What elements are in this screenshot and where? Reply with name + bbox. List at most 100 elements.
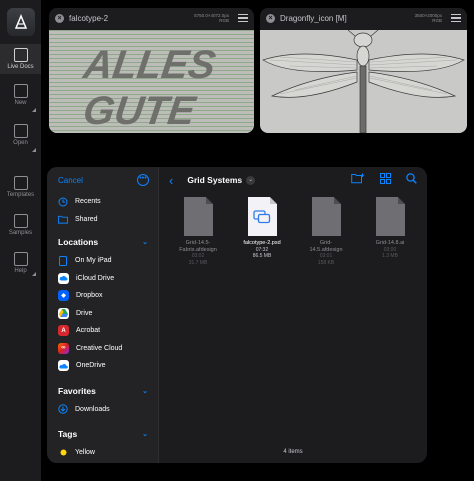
toolbar-label: Live Docs: [7, 64, 34, 70]
file-item[interactable]: Grid-14.5.afdesign 03:01 158 KB: [305, 197, 347, 266]
toolbar-samples[interactable]: Samples: [0, 214, 41, 236]
google-drive-icon: [58, 307, 69, 319]
sidebar-item-label: On My iPad: [75, 257, 112, 265]
card-meta: 3500×2000px RGB: [415, 13, 442, 24]
file-size: 1.3 MB: [382, 253, 398, 259]
menu-icon[interactable]: [238, 14, 248, 22]
acrobat-icon: A: [58, 325, 69, 337]
sidebar-item-shared[interactable]: Shared: [47, 211, 158, 229]
sidebar-item-label: Drive: [76, 309, 93, 317]
sidebar-item-label: Yellow: [75, 449, 95, 457]
file-item[interactable]: Grid-14.5- Fabris.afdesign 03:02 31.7 MB: [177, 197, 219, 266]
chevron-down-icon: ⌄: [142, 431, 148, 438]
back-chevron-icon[interactable]: ‹: [169, 173, 173, 188]
document-icon: [311, 197, 341, 236]
sidebar-item-dropbox[interactable]: ◆ Dropbox: [47, 287, 158, 305]
close-icon[interactable]: ×: [55, 13, 64, 23]
toolbar-label: Help: [14, 268, 27, 274]
section-favorites[interactable]: Favorites ⌄: [47, 381, 158, 401]
file-size: 31.7 MB: [188, 259, 208, 266]
sidebar-item-drive[interactable]: Drive: [47, 305, 158, 323]
chevron-down-icon: ⌄: [142, 239, 148, 246]
menu-icon[interactable]: [451, 14, 461, 22]
card-color-mode: RGB: [219, 18, 229, 23]
file-name: falcotype-2.psd: [243, 240, 281, 246]
sidebar-item-onedrive[interactable]: OneDrive: [47, 357, 158, 375]
toolbar-label: New: [14, 100, 27, 106]
sidebar-item-label: Creative Cloud: [76, 344, 123, 352]
file-item-selected[interactable]: falcotype-2.psd 07:32 86.5 MB: [241, 197, 283, 266]
new-folder-icon[interactable]: [351, 173, 365, 187]
toolbar-new[interactable]: New: [0, 84, 41, 112]
templates-icon: [13, 176, 28, 190]
section-tags[interactable]: Tags ⌄: [47, 424, 158, 444]
section-locations[interactable]: Locations ⌄: [47, 232, 158, 252]
sidebar-item-downloads[interactable]: Downloads: [47, 401, 158, 419]
toolbar-label: Samples: [8, 230, 33, 236]
card-title: Dragonfly_icon [M]: [280, 13, 347, 23]
pencil-doc-icon: [13, 48, 28, 62]
onedrive-icon: [58, 360, 69, 372]
folder-title[interactable]: Grid Systems: [187, 175, 242, 185]
clock-icon: [58, 197, 68, 207]
document-icon: [375, 197, 405, 236]
help-icon: [13, 252, 28, 266]
chevron-down-icon: ⌄: [142, 387, 148, 395]
psd-document-icon: [247, 197, 277, 236]
toolbar-live-docs[interactable]: Live Docs: [0, 44, 41, 74]
sidebar-item-tag-yellow[interactable]: Yellow: [47, 444, 158, 462]
sidebar-item-acrobat[interactable]: A Acrobat: [47, 322, 158, 340]
document-icon: [183, 197, 213, 236]
sidebar-item-label: Shared: [75, 215, 98, 223]
section-title: Locations: [58, 237, 99, 247]
sidebar-item-creative-cloud[interactable]: ∞ Creative Cloud: [47, 340, 158, 358]
chevron-down-icon[interactable]: ⌄: [246, 175, 256, 185]
artwork-text-line1: ALLES: [80, 42, 219, 87]
sidebar-item-label: OneDrive: [76, 362, 106, 370]
sidebar-item-on-my-ipad[interactable]: On My iPad: [47, 252, 158, 270]
dragonfly-illustration: [262, 30, 465, 133]
app-toolbar: Live Docs New Open Templates Samples Hel…: [0, 0, 41, 481]
open-icon: [13, 124, 28, 138]
ipad-icon: [58, 255, 68, 266]
toolbar-label: Templates: [6, 192, 35, 198]
item-count: 4 items: [283, 449, 303, 455]
file-size: 158 KB: [317, 259, 335, 266]
sidebar-item-label: Acrobat: [76, 327, 101, 335]
file-grid: Grid-14.5- Fabris.afdesign 03:02 31.7 MB…: [159, 197, 427, 266]
document-card-dragonfly[interactable]: × Dragonfly_icon [M] 3500×2000px RGB: [260, 8, 467, 133]
card-thumbnail: [260, 30, 467, 133]
card-thumbnail: ALLES GUTE: [49, 30, 254, 133]
search-icon[interactable]: [406, 173, 417, 187]
file-item[interactable]: Grid-14.8.ai 03:00 1.3 MB: [369, 197, 411, 266]
samples-icon: [13, 214, 28, 228]
sidebar-item-label: iCloud Drive: [76, 274, 115, 282]
toolbar-open[interactable]: Open: [0, 124, 41, 152]
card-header: × falcotype-2 5750.0×4072.0px RGB: [49, 8, 254, 28]
card-title: falcotype-2: [69, 13, 109, 23]
cancel-button[interactable]: Cancel: [58, 176, 83, 185]
toolbar-help[interactable]: Help: [0, 252, 41, 276]
more-options-button[interactable]: •••: [137, 174, 149, 186]
sidebar-item-recents[interactable]: Recents: [47, 193, 158, 211]
sidebar-item-label: Downloads: [75, 405, 110, 413]
shared-folder-icon: [58, 214, 68, 224]
grid-view-icon[interactable]: [380, 173, 391, 187]
card-color-mode: RGB: [432, 18, 442, 23]
close-icon[interactable]: ×: [266, 13, 275, 23]
sidebar-item-label: Dropbox: [76, 292, 103, 300]
toolbar-templates[interactable]: Templates: [0, 176, 41, 198]
file-browser: Cancel ••• Recents Shared Locations ⌄ On…: [47, 167, 427, 463]
section-title: Tags: [58, 429, 78, 439]
card-meta: 5750.0×4072.0px RGB: [194, 13, 229, 24]
icloud-icon: [58, 272, 69, 284]
file-name: Grid-14.5.afdesign: [309, 240, 343, 253]
affinity-logo-icon[interactable]: [7, 8, 35, 36]
document-card-falcotype[interactable]: × falcotype-2 5750.0×4072.0px RGB ALLES …: [49, 8, 254, 133]
artwork-text-line2: GUTE: [81, 88, 200, 133]
downloads-icon: [58, 404, 68, 414]
browser-main: ‹ Grid Systems ⌄ Grid-14.5- Fabris.afdes…: [159, 167, 427, 463]
sidebar-item-icloud-drive[interactable]: iCloud Drive: [47, 270, 158, 288]
yellow-tag-dot-icon: [58, 448, 68, 458]
browser-header: ‹ Grid Systems ⌄: [159, 167, 427, 193]
